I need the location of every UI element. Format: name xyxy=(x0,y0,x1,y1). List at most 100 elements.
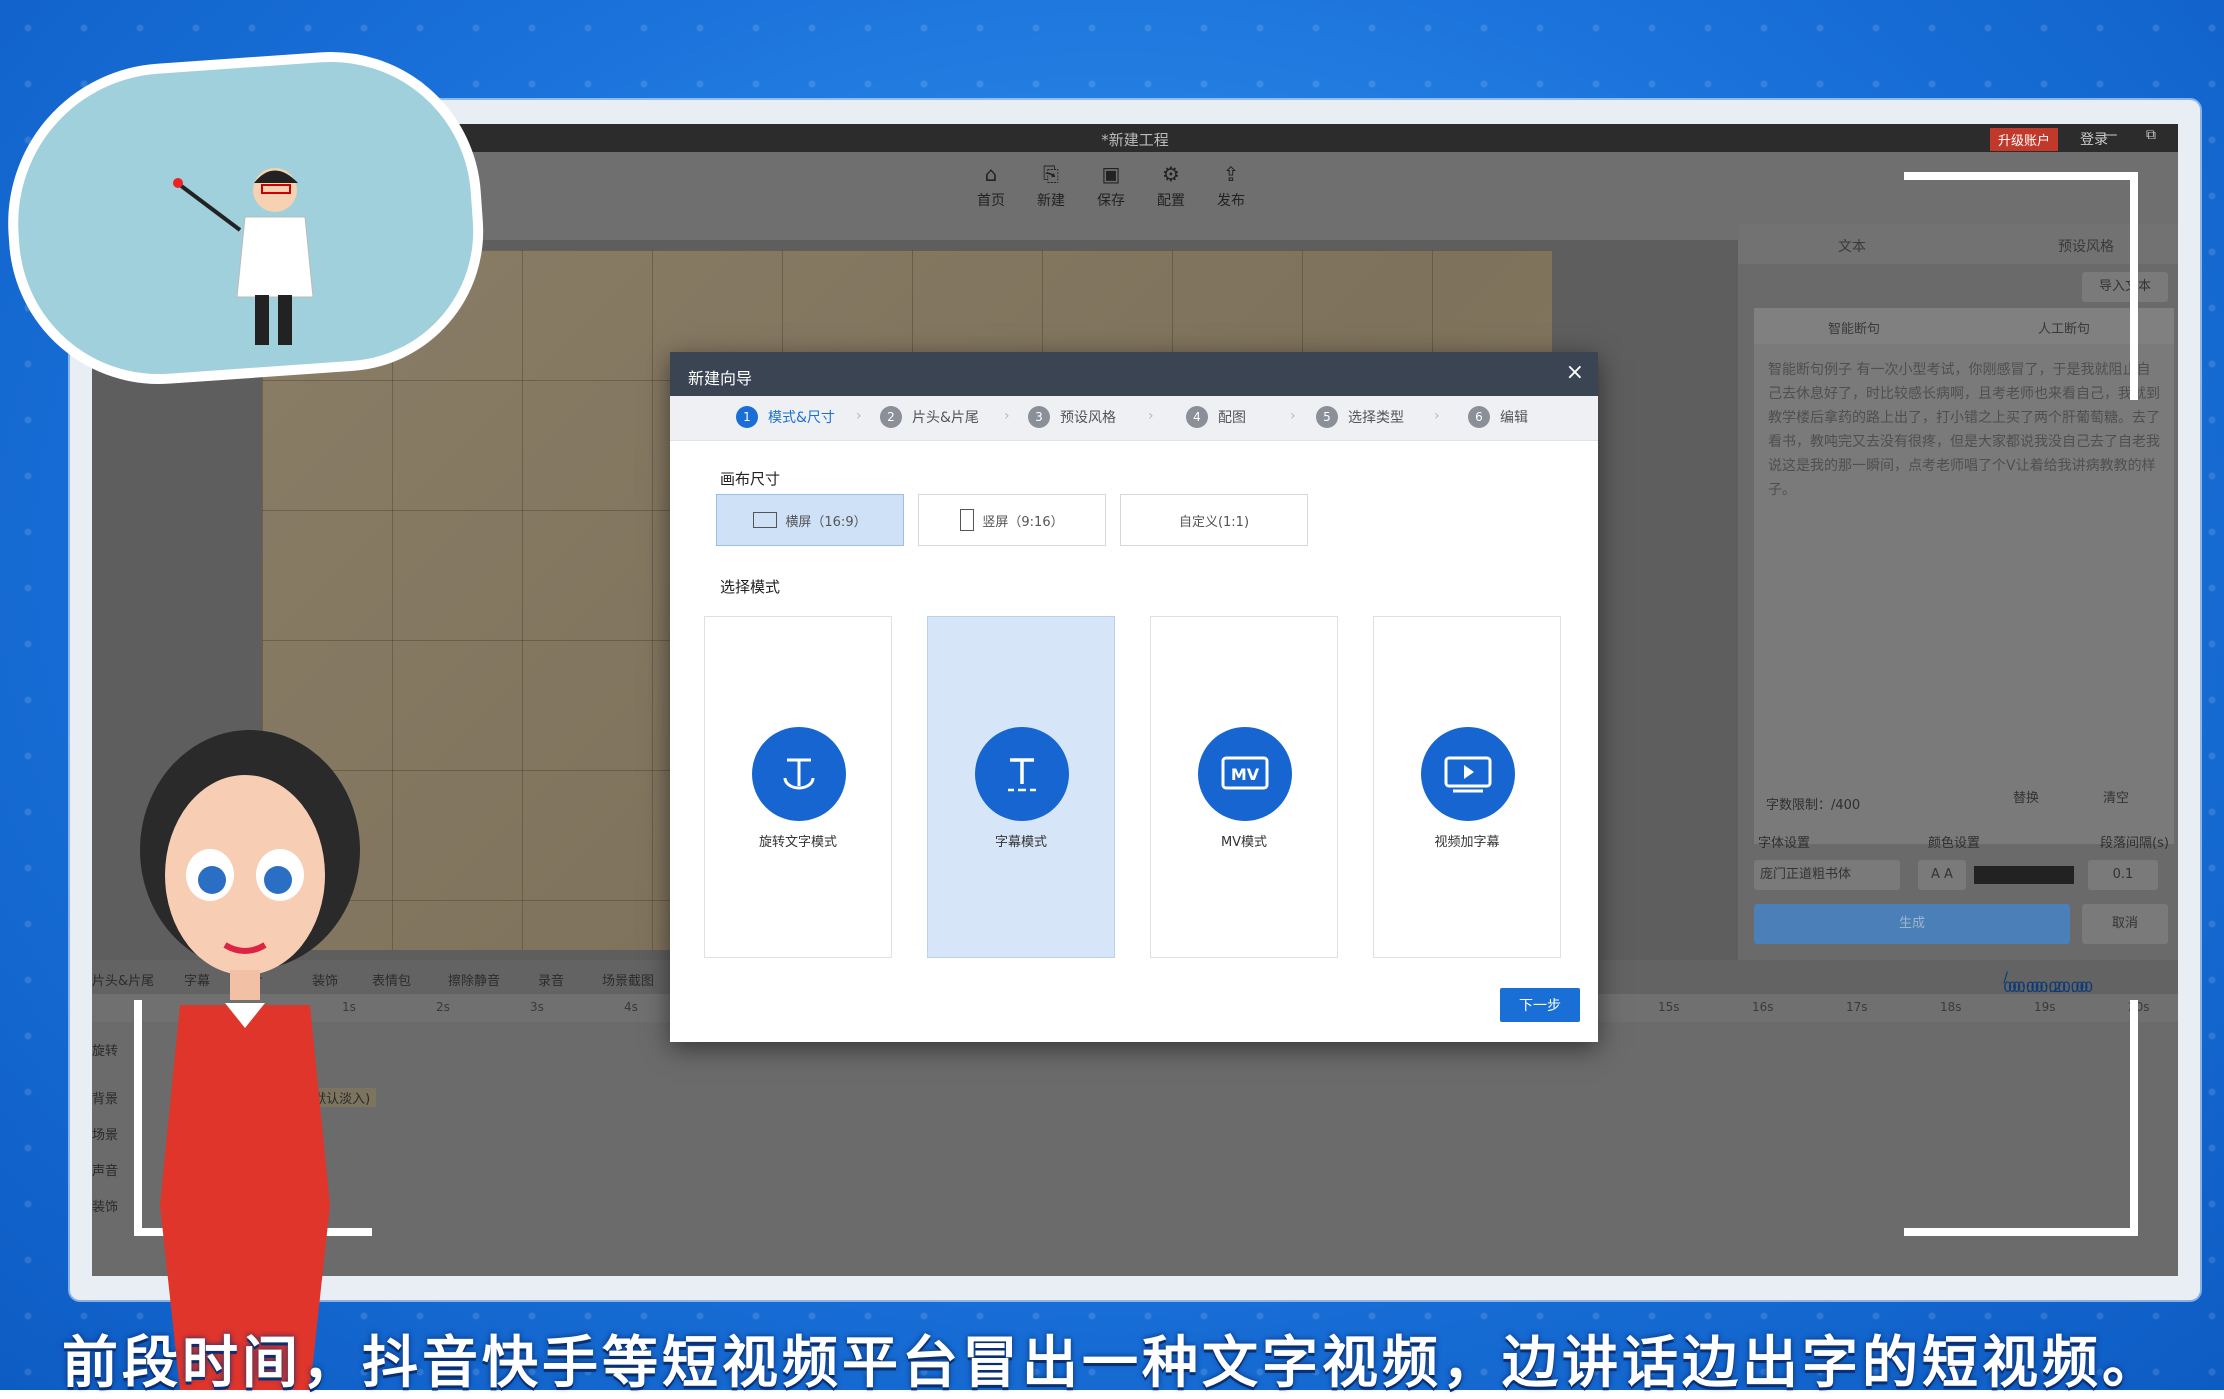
settings-icon: ⚙ xyxy=(1162,162,1180,186)
mode-rotate-text-card[interactable]: 旋转文字模式 xyxy=(704,616,892,958)
svg-text:MV: MV xyxy=(1231,765,1260,784)
size-label: 竖屏（9:16） xyxy=(982,514,1064,530)
step-number: 6 xyxy=(1468,406,1490,428)
size-portrait-button[interactable]: 竖屏（9:16） xyxy=(918,494,1106,546)
step-number: 2 xyxy=(880,406,902,428)
corner-bracket xyxy=(1904,172,2138,400)
step-label: 配图 xyxy=(1218,410,1246,426)
chevron-right-icon: › xyxy=(1004,408,1010,424)
video-play-icon xyxy=(1421,727,1515,821)
step-label: 选择类型 xyxy=(1348,410,1404,426)
step-mode-size[interactable]: 1 模式&尺寸 xyxy=(736,406,835,428)
toolbar-new-label: 新建 xyxy=(1037,193,1065,209)
toolbar-publish-label: 发布 xyxy=(1217,193,1245,209)
size-label: 横屏（16:9） xyxy=(785,514,867,530)
size-custom-button[interactable]: 自定义(1:1) xyxy=(1120,494,1308,546)
step-label: 编辑 xyxy=(1500,410,1528,426)
toolbar-publish-button[interactable]: ⇪ 发布 xyxy=(1206,162,1256,210)
close-icon[interactable]: × xyxy=(1566,360,1584,385)
new-file-icon: ⎘ xyxy=(1043,162,1059,186)
mv-icon: MV xyxy=(1198,727,1292,821)
interval-stepper[interactable]: 0.1 xyxy=(2088,860,2158,890)
color-bar[interactable] xyxy=(1974,866,2074,884)
timeline-row: 装饰 xyxy=(92,1196,2178,1224)
tool-record[interactable]: 录音 xyxy=(538,970,564,989)
text-input-area[interactable]: 智能断句例子 有一次小型考试，你刚感冒了，于是我就阻止自己去休息好了，时比较感长… xyxy=(1754,344,2174,844)
step-images[interactable]: 4 配图 xyxy=(1186,406,1246,428)
mode-label: MV模式 xyxy=(1220,835,1268,850)
ruler-tick: 16s xyxy=(1752,1000,1774,1014)
step-label: 模式&尺寸 xyxy=(768,410,835,426)
step-edit[interactable]: 6 编辑 xyxy=(1468,406,1528,428)
upgrade-button[interactable]: 升级账户 xyxy=(1989,128,2058,151)
tab-text[interactable]: 文本 xyxy=(1838,236,1866,256)
toolbar-save-label: 保存 xyxy=(1097,193,1125,209)
toolbar-home-label: 首页 xyxy=(977,193,1005,209)
doctor-character xyxy=(173,168,314,345)
dialog-title: 新建向导 xyxy=(688,369,753,388)
step-number: 1 xyxy=(736,406,758,428)
ruler-tick: 2s xyxy=(436,1000,450,1014)
timeline-row: 旋转 xyxy=(92,1040,2178,1068)
chevron-right-icon: › xyxy=(1148,408,1154,424)
subtitle-t-icon xyxy=(975,727,1069,821)
size-landscape-button[interactable]: 横屏（16:9） xyxy=(716,494,904,546)
timeline-row: 声音 xyxy=(92,1160,2178,1188)
interval-label: 段落间隔(s) xyxy=(2100,836,2169,851)
size-label: 自定义(1:1) xyxy=(1178,514,1250,530)
color-setting-label: 颜色设置 xyxy=(1928,836,1981,851)
next-button[interactable]: 下一步 xyxy=(1500,988,1580,1022)
step-number: 5 xyxy=(1316,406,1338,428)
row-label: 装饰 xyxy=(92,1200,119,1215)
toolbar-home-button[interactable]: ⌂ 首页 xyxy=(966,162,1016,210)
step-number: 4 xyxy=(1186,406,1208,428)
chevron-right-icon: › xyxy=(1290,408,1296,424)
row-label: 声音 xyxy=(92,1164,119,1179)
mode-subtitle-card[interactable]: 字幕模式 xyxy=(927,616,1115,958)
tool-erase-silence[interactable]: 擦除静音 xyxy=(448,970,500,989)
mode-label: 旋转文字模式 xyxy=(758,835,837,850)
tool-scene-capture[interactable]: 场景截图 xyxy=(602,970,654,989)
save-icon: ▣ xyxy=(1101,162,1121,186)
font-select[interactable]: 庞门正道粗书体 xyxy=(1754,860,1900,890)
mode-video-subtitle-card[interactable]: 视频加字幕 xyxy=(1373,616,1561,958)
portrait-icon xyxy=(960,509,975,531)
toolbar-settings-label: 配置 xyxy=(1157,193,1185,209)
ruler-tick: 3s xyxy=(530,1000,544,1014)
step-label: 片头&片尾 xyxy=(912,410,979,426)
text-color-swatch[interactable]: A A xyxy=(1918,860,1966,890)
step-label: 预设风格 xyxy=(1060,410,1116,426)
publish-icon: ⇪ xyxy=(1222,162,1240,186)
toolbar-settings-button[interactable]: ⚙ 配置 xyxy=(1146,162,1196,210)
chevron-right-icon: › xyxy=(1434,408,1440,424)
window-controls[interactable]: — ⧉ xyxy=(2104,127,2168,143)
row-label: 旋转 xyxy=(92,1044,119,1059)
ruler-tick: 17s xyxy=(1846,1000,1868,1014)
row-label: 背景 xyxy=(92,1092,119,1107)
mode-heading: 选择模式 xyxy=(720,578,781,596)
row-label: 场景 xyxy=(92,1128,119,1143)
video-subtitle: 前段时间，抖音快手等短视频平台冒出一种文字视频，边讲话边出字的短视频。 xyxy=(62,1331,2162,1396)
toolbar-new-button[interactable]: ⎘ 新建 xyxy=(1026,162,1076,210)
step-number: 3 xyxy=(1028,406,1050,428)
generate-button[interactable]: 生成 xyxy=(1754,904,2070,944)
tab-smart-break[interactable]: 智能断句 xyxy=(1828,318,1880,337)
chevron-right-icon: › xyxy=(856,408,862,424)
mode-mv-card[interactable]: MV MV模式 xyxy=(1150,616,1338,958)
char-limit: 字数限制：/400 xyxy=(1766,798,1861,813)
new-wizard-dialog: 新建向导 × 1 模式&尺寸 › 2 片头&片尾 › 3 预设风格 › 4 配图 › 5… xyxy=(670,352,1598,1042)
step-select-type[interactable]: 5 选择类型 xyxy=(1316,406,1404,428)
step-intro-outro[interactable]: 2 片头&片尾 xyxy=(880,406,979,428)
rotate-text-icon xyxy=(752,727,846,821)
cancel-button[interactable]: 取消 xyxy=(2082,904,2168,944)
mode-label: 视频加字幕 xyxy=(1434,835,1500,850)
mode-label: 字幕模式 xyxy=(994,835,1047,850)
wizard-steps: 1 模式&尺寸 › 2 片头&片尾 › 3 预设风格 › 4 配图 › 5 选择类型 › … xyxy=(670,396,1598,441)
replace-button[interactable]: 替换 xyxy=(1994,784,2058,814)
presenter-character xyxy=(140,730,360,1390)
ruler-tick: 15s xyxy=(1658,1000,1680,1014)
toolbar-save-button[interactable]: ▣ 保存 xyxy=(1086,162,1136,210)
clear-button[interactable]: 清空 xyxy=(2084,784,2148,814)
dialog-header: 新建向导 × xyxy=(670,352,1598,396)
step-preset-style[interactable]: 3 预设风格 xyxy=(1028,406,1116,428)
